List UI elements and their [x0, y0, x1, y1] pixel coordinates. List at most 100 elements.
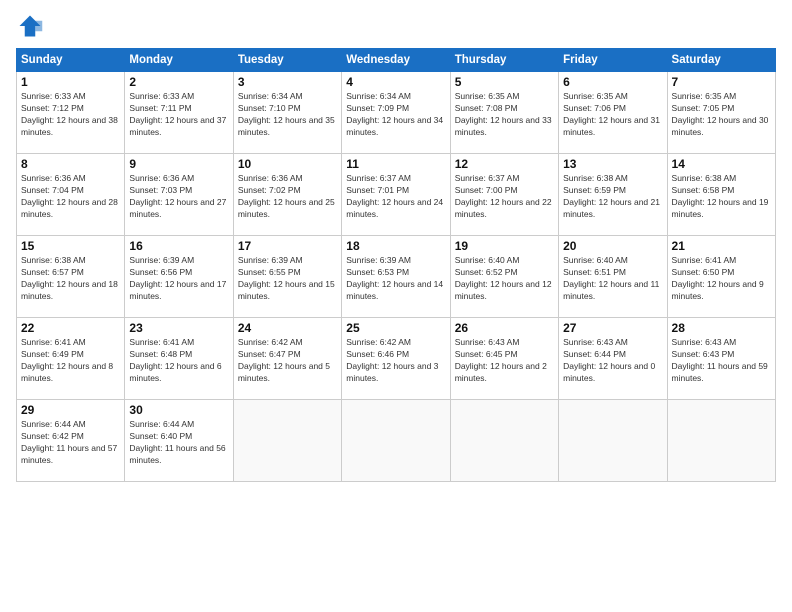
calendar-week-5: 29Sunrise: 6:44 AMSunset: 6:42 PMDayligh…	[17, 400, 776, 482]
day-info: Sunrise: 6:39 AMSunset: 6:53 PMDaylight:…	[346, 255, 445, 303]
logo-icon	[16, 12, 44, 40]
day-info: Sunrise: 6:44 AMSunset: 6:42 PMDaylight:…	[21, 419, 120, 467]
calendar-cell: 26 Sunrise: 6:43 AMSunset: 6:45 PMDayligh…	[450, 318, 558, 400]
calendar-cell: 3Sunrise: 6:34 AMSunset: 7:10 PMDaylight…	[233, 72, 341, 154]
calendar-cell: 25 Sunrise: 6:42 AMSunset: 6:46 PMDayligh…	[342, 318, 450, 400]
header	[16, 12, 776, 40]
day-info: Sunrise: 6:40 AMSunset: 6:51 PMDaylight:…	[563, 255, 662, 303]
day-number: 22	[21, 321, 120, 335]
day-info: Sunrise: 6:44 AMSunset: 6:40 PMDaylight:…	[129, 419, 228, 467]
calendar-week-1: 1 Sunrise: 6:33 AMSunset: 7:12 PMDaylight…	[17, 72, 776, 154]
day-number: 27	[563, 321, 662, 335]
calendar-cell: 14 Sunrise: 6:38 AMSunset: 6:58 PMDayligh…	[667, 154, 775, 236]
weekday-header-thursday: Thursday	[450, 49, 558, 72]
weekday-header-monday: Monday	[125, 49, 233, 72]
calendar-cell: 11 Sunrise: 6:37 AMSunset: 7:01 PMDayligh…	[342, 154, 450, 236]
day-number: 11	[346, 157, 445, 171]
day-number: 28	[672, 321, 771, 335]
day-number: 15	[21, 239, 120, 253]
day-info: Sunrise: 6:38 AMSunset: 6:57 PMDaylight:…	[21, 255, 120, 303]
day-info: Sunrise: 6:41 AMSunset: 6:48 PMDaylight:…	[129, 337, 228, 385]
day-info: Sunrise: 6:42 AMSunset: 6:47 PMDaylight:…	[238, 337, 337, 385]
day-info: Sunrise: 6:34 AMSunset: 7:09 PMDaylight:…	[346, 91, 445, 139]
weekday-header-wednesday: Wednesday	[342, 49, 450, 72]
day-info: Sunrise: 6:36 AMSunset: 7:03 PMDaylight:…	[129, 173, 228, 221]
calendar-cell: 23 Sunrise: 6:41 AMSunset: 6:48 PMDayligh…	[125, 318, 233, 400]
day-number: 10	[238, 157, 337, 171]
day-number: 18	[346, 239, 445, 253]
calendar-cell: 19Sunrise: 6:40 AMSunset: 6:52 PMDayligh…	[450, 236, 558, 318]
calendar-cell: 10 Sunrise: 6:36 AMSunset: 7:02 PMDayligh…	[233, 154, 341, 236]
weekday-header-saturday: Saturday	[667, 49, 775, 72]
calendar-cell: 22 Sunrise: 6:41 AMSunset: 6:49 PMDayligh…	[17, 318, 125, 400]
calendar-cell: 12 Sunrise: 6:37 AMSunset: 7:00 PMDayligh…	[450, 154, 558, 236]
page: SundayMondayTuesdayWednesdayThursdayFrid…	[0, 0, 792, 612]
calendar-week-4: 22 Sunrise: 6:41 AMSunset: 6:49 PMDayligh…	[17, 318, 776, 400]
day-info: Sunrise: 6:36 AMSunset: 7:02 PMDaylight:…	[238, 173, 337, 221]
day-number: 14	[672, 157, 771, 171]
calendar-cell: 29Sunrise: 6:44 AMSunset: 6:42 PMDayligh…	[17, 400, 125, 482]
day-number: 4	[346, 75, 445, 89]
day-number: 8	[21, 157, 120, 171]
day-info: Sunrise: 6:43 AMSunset: 6:44 PMDaylight:…	[563, 337, 662, 385]
day-info: Sunrise: 6:38 AMSunset: 6:58 PMDaylight:…	[672, 173, 771, 221]
calendar-cell: 4 Sunrise: 6:34 AMSunset: 7:09 PMDaylight…	[342, 72, 450, 154]
calendar-week-3: 15 Sunrise: 6:38 AMSunset: 6:57 PMDayligh…	[17, 236, 776, 318]
day-info: Sunrise: 6:37 AMSunset: 7:00 PMDaylight:…	[455, 173, 554, 221]
calendar-cell: 28Sunrise: 6:43 AMSunset: 6:43 PMDayligh…	[667, 318, 775, 400]
day-number: 25	[346, 321, 445, 335]
weekday-header-row: SundayMondayTuesdayWednesdayThursdayFrid…	[17, 49, 776, 72]
day-info: Sunrise: 6:35 AMSunset: 7:05 PMDaylight:…	[672, 91, 771, 139]
logo	[16, 12, 48, 40]
day-info: Sunrise: 6:42 AMSunset: 6:46 PMDaylight:…	[346, 337, 445, 385]
day-number: 7	[672, 75, 771, 89]
weekday-header-friday: Friday	[559, 49, 667, 72]
day-number: 16	[129, 239, 228, 253]
calendar-cell: 27 Sunrise: 6:43 AMSunset: 6:44 PMDayligh…	[559, 318, 667, 400]
calendar-cell: 5Sunrise: 6:35 AMSunset: 7:08 PMDaylight…	[450, 72, 558, 154]
calendar-cell: 1 Sunrise: 6:33 AMSunset: 7:12 PMDaylight…	[17, 72, 125, 154]
day-info: Sunrise: 6:35 AMSunset: 7:06 PMDaylight:…	[563, 91, 662, 139]
day-info: Sunrise: 6:37 AMSunset: 7:01 PMDaylight:…	[346, 173, 445, 221]
day-number: 20	[563, 239, 662, 253]
day-info: Sunrise: 6:39 AMSunset: 6:55 PMDaylight:…	[238, 255, 337, 303]
day-info: Sunrise: 6:41 AMSunset: 6:49 PMDaylight:…	[21, 337, 120, 385]
calendar-cell: 13Sunrise: 6:38 AMSunset: 6:59 PMDayligh…	[559, 154, 667, 236]
calendar-cell	[233, 400, 341, 482]
day-number: 12	[455, 157, 554, 171]
calendar-cell: 6Sunrise: 6:35 AMSunset: 7:06 PMDaylight…	[559, 72, 667, 154]
day-info: Sunrise: 6:33 AMSunset: 7:12 PMDaylight:…	[21, 91, 120, 139]
weekday-header-tuesday: Tuesday	[233, 49, 341, 72]
day-number: 30	[129, 403, 228, 417]
calendar-cell: 30 Sunrise: 6:44 AMSunset: 6:40 PMDayligh…	[125, 400, 233, 482]
calendar-cell: 24 Sunrise: 6:42 AMSunset: 6:47 PMDayligh…	[233, 318, 341, 400]
calendar-cell	[450, 400, 558, 482]
calendar-cell: 21Sunrise: 6:41 AMSunset: 6:50 PMDayligh…	[667, 236, 775, 318]
calendar-cell: 15 Sunrise: 6:38 AMSunset: 6:57 PMDayligh…	[17, 236, 125, 318]
day-number: 26	[455, 321, 554, 335]
calendar-cell	[559, 400, 667, 482]
day-number: 5	[455, 75, 554, 89]
day-info: Sunrise: 6:43 AMSunset: 6:45 PMDaylight:…	[455, 337, 554, 385]
calendar-cell: 20 Sunrise: 6:40 AMSunset: 6:51 PMDayligh…	[559, 236, 667, 318]
calendar-cell: 2Sunrise: 6:33 AMSunset: 7:11 PMDaylight…	[125, 72, 233, 154]
calendar-cell: 18 Sunrise: 6:39 AMSunset: 6:53 PMDayligh…	[342, 236, 450, 318]
day-info: Sunrise: 6:39 AMSunset: 6:56 PMDaylight:…	[129, 255, 228, 303]
day-number: 13	[563, 157, 662, 171]
calendar-cell: 8 Sunrise: 6:36 AMSunset: 7:04 PMDaylight…	[17, 154, 125, 236]
day-number: 17	[238, 239, 337, 253]
calendar-cell	[667, 400, 775, 482]
calendar-week-2: 8 Sunrise: 6:36 AMSunset: 7:04 PMDaylight…	[17, 154, 776, 236]
calendar: SundayMondayTuesdayWednesdayThursdayFrid…	[16, 48, 776, 482]
calendar-cell: 17 Sunrise: 6:39 AMSunset: 6:55 PMDayligh…	[233, 236, 341, 318]
day-info: Sunrise: 6:33 AMSunset: 7:11 PMDaylight:…	[129, 91, 228, 139]
calendar-cell: 16 Sunrise: 6:39 AMSunset: 6:56 PMDayligh…	[125, 236, 233, 318]
weekday-header-sunday: Sunday	[17, 49, 125, 72]
calendar-cell	[342, 400, 450, 482]
day-info: Sunrise: 6:41 AMSunset: 6:50 PMDaylight:…	[672, 255, 771, 303]
calendar-cell: 9Sunrise: 6:36 AMSunset: 7:03 PMDaylight…	[125, 154, 233, 236]
day-number: 24	[238, 321, 337, 335]
day-info: Sunrise: 6:36 AMSunset: 7:04 PMDaylight:…	[21, 173, 120, 221]
day-number: 1	[21, 75, 120, 89]
day-number: 23	[129, 321, 228, 335]
